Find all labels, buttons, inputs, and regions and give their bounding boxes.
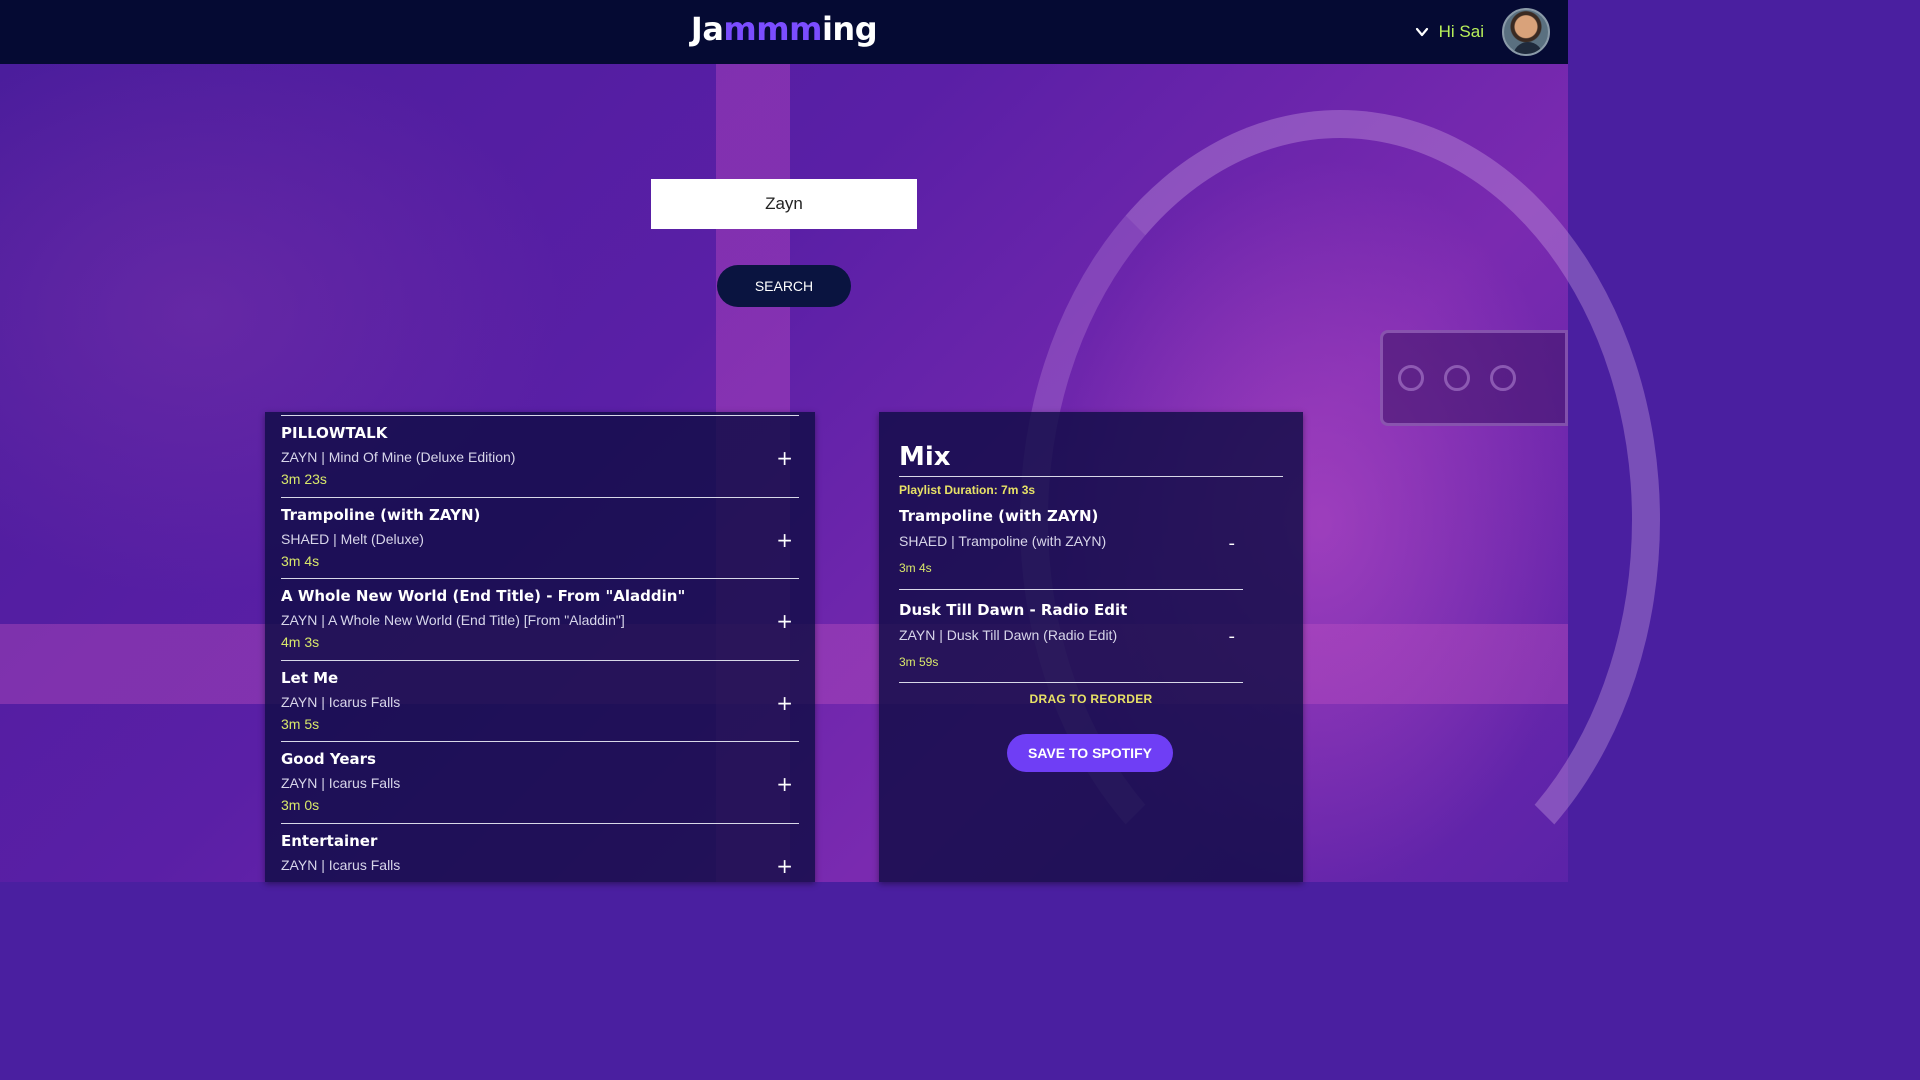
- avatar[interactable]: [1502, 8, 1550, 56]
- headphone-dot-graphic: [1490, 365, 1516, 391]
- add-track-button[interactable]: +: [776, 772, 793, 796]
- track-row[interactable]: A Whole New World (End Title) - From "Al…: [281, 578, 799, 660]
- add-track-button[interactable]: +: [776, 609, 793, 633]
- track-name: Trampoline (with ZAYN): [281, 505, 481, 524]
- track-duration: 3m 5s: [281, 715, 320, 732]
- track-row[interactable]: Let Me ZAYN | Icarus Falls 3m 5s +: [281, 659, 799, 742]
- track-name: A Whole New World (End Title) - From "Al…: [281, 587, 686, 605]
- track-name: Entertainer: [281, 831, 378, 850]
- playlist-track-row[interactable]: Dusk Till Dawn - Radio Edit ZAYN | Dusk T…: [899, 590, 1243, 683]
- track-duration: 3m 59s: [899, 655, 939, 669]
- playlist-duration: Playlist Duration: 7m 3s: [899, 483, 1036, 497]
- search-button[interactable]: SEARCH: [717, 265, 851, 307]
- track-duration: 3m 23s: [281, 471, 327, 487]
- track-artist-album: ZAYN | Icarus Falls: [281, 693, 401, 710]
- add-track-button[interactable]: +: [776, 854, 793, 878]
- playlist-track-list: Trampoline (with ZAYN) SHAED | Trampoline…: [899, 497, 1283, 683]
- track-name: Dusk Till Dawn - Radio Edit: [899, 601, 1128, 619]
- drag-to-reorder-hint: DRAG TO REORDER: [1029, 692, 1153, 706]
- track-row[interactable]: Trampoline (with ZAYN) SHAED | Melt (Delu…: [281, 496, 799, 579]
- track-duration: 4m 3s: [281, 634, 320, 650]
- track-row[interactable]: PILLOWTALK ZAYN | Mind Of Mine (Deluxe Ed…: [281, 415, 799, 497]
- playlist-panel: Mix Playlist Duration: 7m 3s Trampoline …: [879, 412, 1303, 882]
- track-name: Trampoline (with ZAYN): [899, 507, 1099, 525]
- search-input[interactable]: [651, 179, 917, 229]
- track-duration: 3m 0s: [281, 797, 320, 813]
- track-row[interactable]: Entertainer ZAYN | Icarus Falls 3m 22s+: [281, 822, 799, 883]
- track-artist-album: ZAYN | Icarus Falls: [281, 775, 401, 791]
- track-artist-album: SHAED | Melt (Deluxe): [281, 530, 424, 547]
- track-name: PILLOWTALK: [281, 424, 388, 442]
- app-logo: Jammming: [0, 10, 1568, 48]
- track-artist-album: ZAYN | A Whole New World (End Title) [Fr…: [281, 612, 625, 628]
- track-duration: 3m 4s: [899, 561, 932, 575]
- user-menu[interactable]: Hi Sai: [1415, 8, 1550, 56]
- track-artist-album: SHAED | Trampoline (with ZAYN): [899, 533, 1107, 549]
- playlist-name[interactable]: Mix: [899, 442, 1283, 477]
- headphone-dot-graphic: [1398, 365, 1424, 391]
- logo-part-2: mmm: [723, 10, 822, 48]
- track-artist-album: ZAYN | Icarus Falls: [281, 856, 401, 873]
- track-name: Good Years: [281, 750, 376, 768]
- save-to-spotify-button[interactable]: SAVE TO SPOTIFY: [1007, 734, 1173, 772]
- track-duration: 3m 4s: [281, 552, 320, 569]
- user-greeting: Hi Sai: [1438, 22, 1484, 41]
- remove-track-button[interactable]: -: [1229, 626, 1236, 647]
- remove-track-button[interactable]: -: [1229, 533, 1236, 554]
- logo-part-1: Ja: [690, 10, 724, 48]
- playlist-track-row[interactable]: Trampoline (with ZAYN) SHAED | Trampoline…: [899, 497, 1243, 590]
- add-track-button[interactable]: +: [776, 446, 793, 470]
- search-results-list: PILLOWTALK ZAYN | Mind Of Mine (Deluxe Ed…: [281, 415, 799, 882]
- add-track-button[interactable]: +: [776, 691, 793, 715]
- track-row[interactable]: Good Years ZAYN | Icarus Falls 3m 0s +: [281, 741, 799, 823]
- search-results-panel: PILLOWTALK ZAYN | Mind Of Mine (Deluxe Ed…: [265, 412, 815, 882]
- add-track-button[interactable]: +: [776, 528, 793, 552]
- logo-part-3: ing: [821, 10, 878, 48]
- headphone-dot-graphic: [1444, 365, 1470, 391]
- track-artist-album: ZAYN | Dusk Till Dawn (Radio Edit): [899, 627, 1118, 643]
- chevron-down-icon[interactable]: [1415, 25, 1429, 39]
- top-bar: Jammming Hi Sai: [0, 0, 1568, 64]
- track-name: Let Me: [281, 668, 339, 687]
- track-artist-album: ZAYN | Mind Of Mine (Deluxe Edition): [281, 449, 516, 465]
- track-duration: 3m 22s: [281, 879, 799, 883]
